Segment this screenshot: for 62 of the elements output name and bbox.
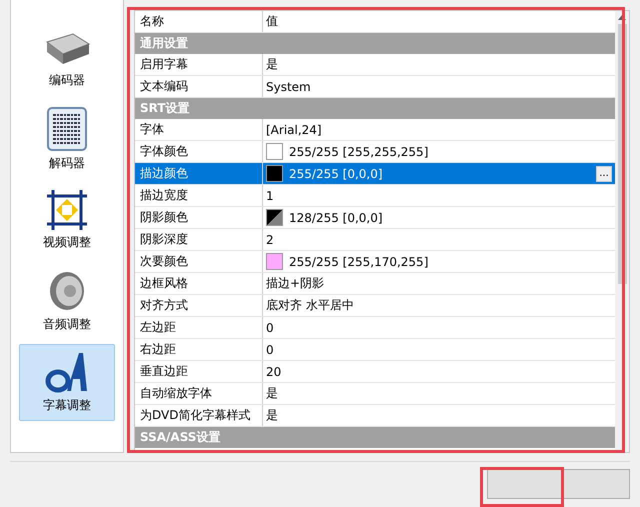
property-row[interactable]: 右边距 0 bbox=[135, 339, 615, 361]
property-value: 1 bbox=[266, 188, 274, 202]
property-row[interactable]: 对齐方式 底对齐 水平居中 bbox=[135, 295, 615, 317]
property-value: System bbox=[266, 80, 311, 94]
property-value: 2 bbox=[266, 232, 274, 246]
property-value: 0 bbox=[266, 342, 274, 356]
sidebar-item[interactable]: 视频调整 bbox=[19, 182, 115, 259]
property-name: 对齐方式 bbox=[135, 295, 263, 316]
property-name: 自动缩放字体 bbox=[135, 383, 263, 404]
property-row[interactable]: 为DVD简化字幕样式 是 bbox=[135, 405, 615, 427]
property-name: 右边距 bbox=[135, 339, 263, 360]
property-value: 0 bbox=[266, 320, 274, 334]
property-row[interactable]: 启用字幕 是 bbox=[135, 54, 615, 76]
property-value: 255/255 [255,255,255] bbox=[289, 144, 428, 158]
property-value: 是 bbox=[266, 56, 278, 73]
browse-button[interactable]: ... bbox=[596, 166, 612, 182]
property-value: 255/255 [255,170,255] bbox=[289, 254, 428, 268]
property-name: 字体颜色 bbox=[135, 141, 263, 162]
property-row[interactable]: 描边宽度 1 bbox=[135, 185, 615, 207]
sidebar-item[interactable]: 字幕调整 bbox=[19, 344, 115, 421]
property-name: 描边颜色 bbox=[135, 163, 263, 184]
property-value: 255/255 [0,0,0] bbox=[289, 166, 383, 180]
property-value: 是 bbox=[266, 407, 278, 424]
property-name: 启用字幕 bbox=[135, 54, 263, 75]
grid-icon bbox=[47, 107, 87, 151]
property-name: 垂直边距 bbox=[135, 361, 263, 382]
property-name: 为DVD简化字幕样式 bbox=[135, 405, 263, 426]
property-row[interactable]: 文本编码 System bbox=[135, 76, 615, 98]
property-row[interactable]: 字体颜色 255/255 [255,255,255] bbox=[135, 141, 615, 163]
property-name: 左边距 bbox=[135, 317, 263, 338]
property-row[interactable]: 阴影深度 2 bbox=[135, 229, 615, 251]
property-row[interactable]: 次要颜色 255/255 [255,170,255] bbox=[135, 251, 615, 273]
property-value: 底对齐 水平居中 bbox=[266, 297, 354, 314]
sidebar-item[interactable]: 解码器 bbox=[19, 101, 115, 178]
property-value: 描边+阴影 bbox=[266, 275, 324, 292]
column-header: 名称 bbox=[135, 11, 263, 32]
property-value: 20 bbox=[266, 364, 282, 378]
property-name: 阴影深度 bbox=[135, 229, 263, 250]
sidebar-item[interactable]: 音频调整 bbox=[19, 263, 115, 340]
speaker-icon bbox=[47, 270, 87, 312]
property-row[interactable]: 垂直边距 20 bbox=[135, 361, 615, 383]
property-name: 阴影颜色 bbox=[135, 207, 263, 228]
property-row[interactable]: 阴影颜色 128/255 [0,0,0] bbox=[135, 207, 615, 229]
property-row[interactable]: 边框风格 描边+阴影 bbox=[135, 273, 615, 295]
frame-arrows-icon bbox=[47, 190, 87, 230]
dialog-button[interactable] bbox=[487, 469, 630, 499]
property-name: 文本编码 bbox=[135, 76, 263, 97]
property-name: 次要颜色 bbox=[135, 251, 263, 272]
property-row[interactable]: 字体 [Arial,24] bbox=[135, 119, 615, 141]
property-name: 边框风格 bbox=[135, 273, 263, 294]
property-row[interactable]: 左边距 0 bbox=[135, 317, 615, 339]
property-value: 是 bbox=[266, 385, 278, 402]
sidebar-item[interactable]: 编码器 bbox=[19, 20, 115, 97]
scroll-up-icon[interactable] bbox=[618, 15, 626, 20]
property-name: 字体 bbox=[135, 119, 263, 140]
property-name: 描边宽度 bbox=[135, 185, 263, 206]
letters-icon bbox=[45, 351, 89, 393]
property-value: 128/255 [0,0,0] bbox=[289, 210, 383, 224]
property-value: [Arial,24] bbox=[266, 122, 322, 136]
column-header: 值 bbox=[265, 13, 279, 30]
property-row[interactable]: 描边颜色 255/255 [0,0,0] ... bbox=[135, 163, 615, 185]
property-row[interactable]: 自动缩放字体 是 bbox=[135, 383, 615, 405]
